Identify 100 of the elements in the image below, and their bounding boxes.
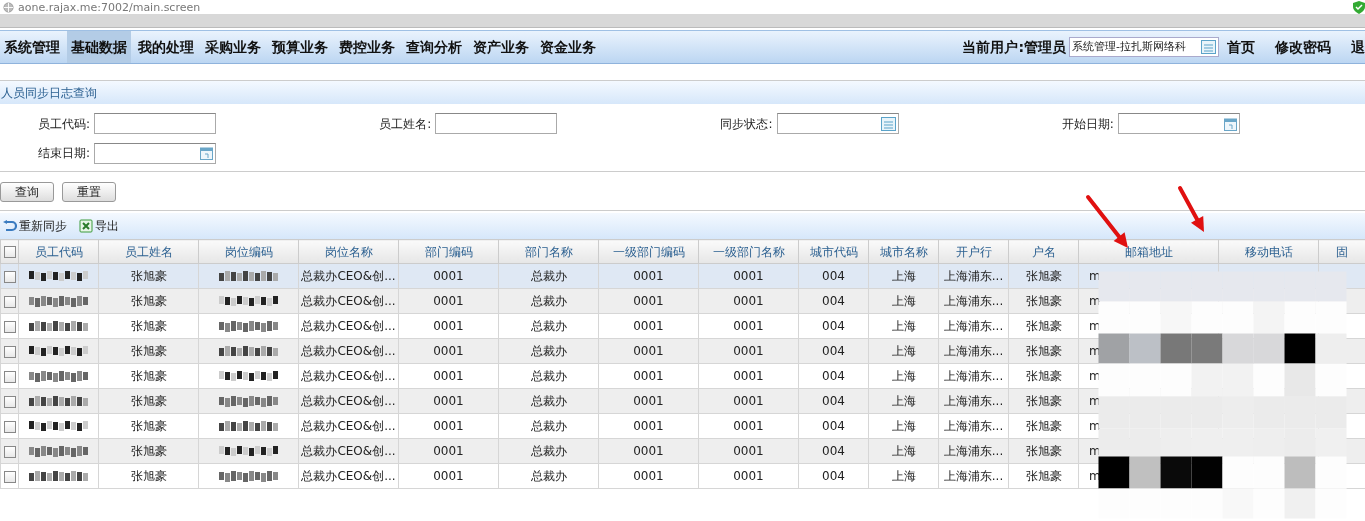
table-cell: 上海 bbox=[868, 438, 939, 464]
table-cell: 张旭豪 bbox=[1008, 263, 1079, 289]
pixelated-text bbox=[28, 295, 89, 308]
table-cell: 张旭豪 bbox=[1008, 338, 1079, 364]
column-header[interactable]: 部门名称 bbox=[498, 239, 599, 264]
table-cell: 0001 bbox=[598, 313, 699, 339]
list-icon[interactable] bbox=[880, 116, 896, 131]
globe-icon bbox=[3, 1, 14, 13]
row-checkbox[interactable] bbox=[3, 370, 16, 383]
pixelated-text bbox=[28, 270, 89, 283]
pixelated-text bbox=[218, 320, 279, 333]
row-checkbox[interactable] bbox=[3, 420, 16, 433]
column-header[interactable]: 岗位名称 bbox=[298, 239, 399, 264]
table-cell: 张旭豪 bbox=[98, 263, 199, 289]
pixelated-text bbox=[218, 370, 279, 383]
select-field[interactable] bbox=[776, 113, 899, 135]
table-cell: 0001 bbox=[398, 363, 499, 389]
text-field[interactable] bbox=[94, 113, 216, 135]
table-cell: 上海 bbox=[868, 363, 939, 389]
pixelated-text bbox=[218, 445, 279, 458]
table-cell: 总裁办 bbox=[498, 313, 599, 339]
form-button[interactable]: 查询 bbox=[0, 182, 54, 202]
nav-link[interactable]: 修改密码 bbox=[1275, 36, 1331, 58]
column-header[interactable]: 一级部门名称 bbox=[698, 239, 799, 264]
calendar-icon[interactable] bbox=[200, 146, 213, 161]
row-checkbox[interactable] bbox=[3, 345, 16, 358]
column-header[interactable]: 移动电话 bbox=[1218, 239, 1319, 264]
nav-tab[interactable]: 预算业务 bbox=[268, 31, 332, 63]
field-label: 员工代码: bbox=[36, 115, 90, 133]
toolbar-button[interactable]: 重新同步 bbox=[3, 217, 67, 235]
row-checkbox[interactable] bbox=[3, 320, 16, 333]
table-cell: 上海浦东... bbox=[938, 338, 1009, 364]
table-cell: 张旭豪 bbox=[98, 363, 199, 389]
pixelated-text bbox=[218, 470, 279, 483]
row-checkbox[interactable] bbox=[3, 270, 16, 283]
org-select[interactable]: 系统管理-拉扎斯网络科 bbox=[1069, 37, 1219, 57]
pixelated-text bbox=[28, 445, 89, 458]
table-cell: 总裁办CEO&创... bbox=[298, 438, 399, 464]
text-field[interactable] bbox=[435, 113, 558, 135]
nav-link[interactable]: 首页 bbox=[1227, 36, 1255, 58]
table-cell: 张旭豪 bbox=[98, 413, 199, 439]
pixelated-text bbox=[28, 320, 89, 333]
nav-tab[interactable]: 资金业务 bbox=[536, 31, 600, 63]
table-cell: 0001 bbox=[398, 413, 499, 439]
row-checkbox[interactable] bbox=[3, 445, 16, 458]
nav-link[interactable]: 退 bbox=[1351, 36, 1365, 58]
field-label: 结束日期: bbox=[36, 145, 90, 163]
table-cell: 0001 bbox=[598, 338, 699, 364]
nav-tab[interactable]: 费控业务 bbox=[335, 31, 399, 63]
current-user-label: 当前用户:管理员 bbox=[962, 37, 1066, 57]
pixelated-text bbox=[218, 345, 279, 358]
row-checkbox[interactable] bbox=[3, 295, 16, 308]
column-header[interactable]: 固 bbox=[1318, 239, 1365, 264]
table-cell: 0001 bbox=[598, 413, 699, 439]
row-checkbox[interactable] bbox=[3, 395, 16, 408]
table-cell: 上海浦东... bbox=[938, 438, 1009, 464]
nav-tab[interactable]: 采购业务 bbox=[201, 31, 265, 63]
table-cell: 0001 bbox=[598, 438, 699, 464]
nav-tab[interactable]: 系统管理 bbox=[0, 31, 64, 63]
table-cell: 张旭豪 bbox=[1008, 313, 1079, 339]
pixelated-text bbox=[28, 370, 89, 383]
calendar-icon[interactable] bbox=[1223, 116, 1237, 131]
table-cell: 0001 bbox=[398, 388, 499, 414]
date-field[interactable] bbox=[94, 142, 216, 164]
column-header[interactable]: 户名 bbox=[1008, 239, 1079, 264]
table-cell: 0001 bbox=[598, 363, 699, 389]
table-cell: 0001 bbox=[698, 413, 799, 439]
table-cell: 上海 bbox=[868, 288, 939, 314]
table-cell: 上海浦东... bbox=[938, 313, 1009, 339]
nav-tab[interactable]: 资产业务 bbox=[469, 31, 533, 63]
table-cell: 0001 bbox=[398, 288, 499, 314]
column-header[interactable]: 城市名称 bbox=[868, 239, 939, 264]
column-header[interactable]: 开户行 bbox=[938, 239, 1009, 264]
pixelated-text bbox=[28, 395, 89, 408]
table-cell: 0001 bbox=[398, 463, 499, 489]
table-cell: 总裁办CEO&创... bbox=[298, 363, 399, 389]
column-header[interactable]: 部门编码 bbox=[398, 239, 499, 264]
table-cell: 0001 bbox=[398, 438, 499, 464]
form-button[interactable]: 重置 bbox=[62, 182, 116, 202]
column-header[interactable]: 一级部门编码 bbox=[598, 239, 699, 264]
select-all-checkbox[interactable] bbox=[3, 246, 16, 258]
column-header[interactable]: 邮箱地址 bbox=[1078, 239, 1219, 264]
table-cell: 上海 bbox=[868, 388, 939, 414]
table-cell: 上海 bbox=[868, 263, 939, 289]
table-cell: 004 bbox=[798, 363, 869, 389]
column-header[interactable]: 员工代码 bbox=[18, 239, 99, 264]
annotation-arrow bbox=[1086, 195, 1128, 248]
column-header[interactable]: 岗位编码 bbox=[198, 239, 299, 264]
pixelated-text bbox=[28, 420, 89, 433]
list-icon[interactable] bbox=[1201, 40, 1216, 54]
nav-tab[interactable]: 查询分析 bbox=[402, 31, 466, 63]
column-header[interactable]: 员工姓名 bbox=[98, 239, 199, 264]
table-cell: 张旭豪 bbox=[1008, 288, 1079, 314]
toolbar-button[interactable]: 导出 bbox=[79, 217, 119, 235]
table-cell: 总裁办CEO&创... bbox=[298, 313, 399, 339]
nav-tab[interactable]: 我的处理 bbox=[134, 31, 198, 63]
date-field[interactable] bbox=[1117, 113, 1240, 135]
column-header[interactable]: 城市代码 bbox=[798, 239, 869, 264]
nav-tab[interactable]: 基础数据 bbox=[67, 31, 131, 63]
row-checkbox[interactable] bbox=[3, 470, 16, 483]
